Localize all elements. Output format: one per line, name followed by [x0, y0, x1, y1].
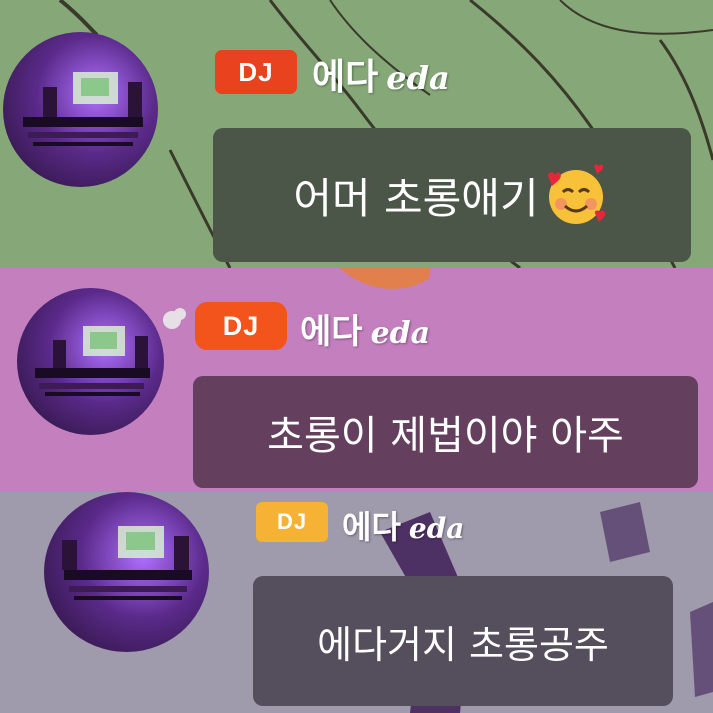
dj-badge: DJ — [195, 302, 287, 350]
dj-badge: DJ — [256, 502, 328, 542]
smiling-face-with-hearts-icon — [547, 164, 605, 224]
avatar[interactable] — [3, 32, 158, 187]
message-text: 초롱이 제법이야 아주 — [267, 413, 624, 459]
username: 에다 eda — [300, 304, 430, 353]
avatar-photo — [62, 526, 192, 600]
dj-badge: DJ — [215, 50, 297, 94]
avatar-photo — [23, 72, 143, 146]
username-korean: 에다 — [312, 57, 379, 98]
chat-message-panel-3: DJ 에다 eda 에다거지 초롱공주 — [0, 492, 713, 713]
username-english: eda — [386, 59, 450, 97]
message-text: 어머 초롱애기 — [293, 173, 539, 223]
username-english: eda — [370, 316, 431, 351]
username: 에다 eda — [342, 502, 464, 548]
message-bubble[interactable]: 어머 초롱애기 — [213, 128, 691, 262]
message-bubble[interactable]: 초롱이 제법이야 아주 — [193, 376, 698, 488]
message-text: 에다거지 초롱공주 — [317, 622, 609, 667]
username-korean: 에다 — [342, 508, 401, 546]
avatar[interactable] — [17, 288, 164, 435]
avatar-photo — [35, 326, 150, 396]
username: 에다 eda — [312, 48, 450, 100]
chat-message-panel-1: DJ 에다 eda 어머 초롱애기 — [0, 0, 713, 268]
message-bubble[interactable]: 에다거지 초롱공주 — [253, 576, 673, 706]
username-korean: 에다 — [300, 312, 363, 352]
avatar[interactable] — [44, 492, 209, 652]
chat-message-panel-2: DJ 에다 eda 초롱이 제법이야 아주 — [0, 268, 713, 492]
username-english: eda — [408, 512, 465, 545]
